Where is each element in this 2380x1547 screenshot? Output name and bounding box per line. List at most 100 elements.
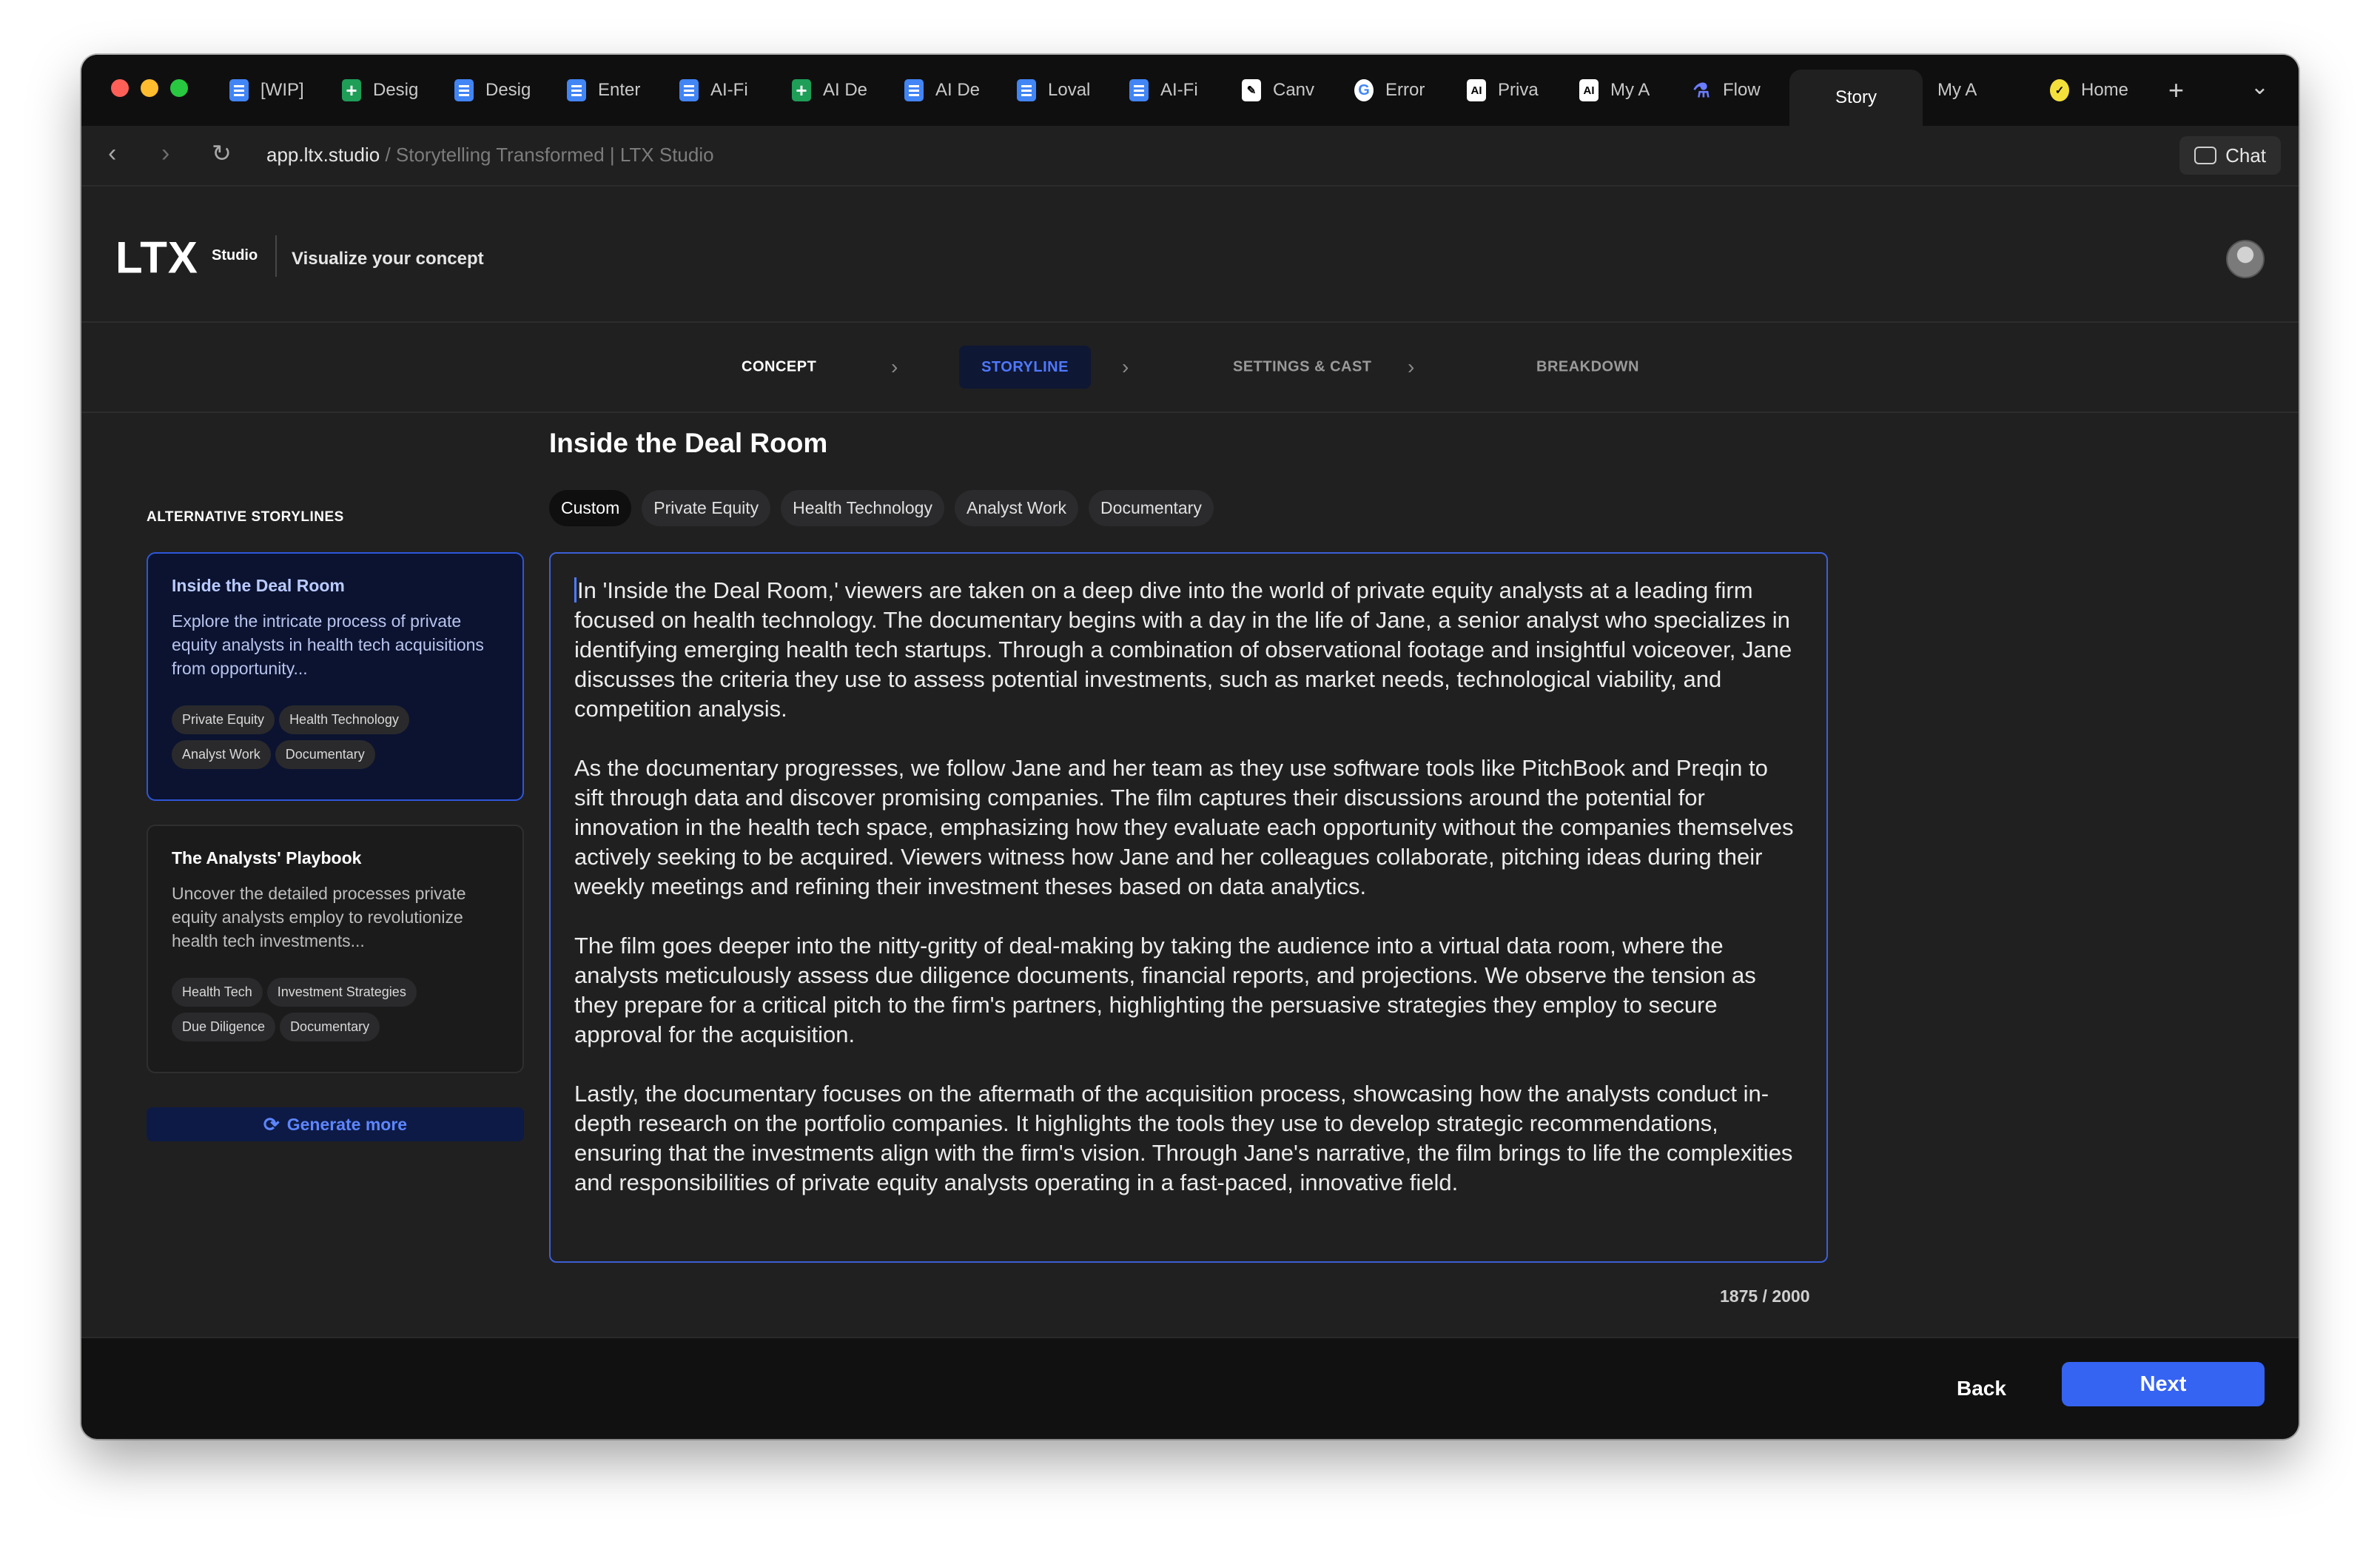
ai-icon: AI (1467, 79, 1486, 101)
browser-tab[interactable]: Loval (1002, 62, 1115, 118)
canva-icon: ✎ (1242, 79, 1261, 101)
tag-chip: Analyst Work (172, 740, 271, 769)
reload-icon[interactable]: ↻ (212, 139, 232, 167)
tab-strip: [WIP] Desig Desig Enter AI-Fi AI De AI De Loval… (81, 55, 2299, 126)
tag-documentary[interactable]: Documentary (1089, 490, 1214, 526)
tag-chip: Health Tech (172, 978, 263, 1007)
doc-icon (1129, 79, 1149, 101)
browser-tab[interactable]: [WIP] (215, 62, 327, 118)
tag-chip: Due Diligence (172, 1013, 276, 1041)
browser-tab-title: Desig (485, 80, 531, 100)
generate-more-button[interactable]: ⟳ Generate more (147, 1107, 524, 1141)
character-counter: 1875 / 2000 (1720, 1286, 1810, 1306)
story-paragraph: Lastly, the documentary focuses on the a… (574, 1081, 1793, 1195)
doc-icon (1017, 79, 1036, 101)
storyline-card-description: Uncover the detailed processes private e… (172, 884, 466, 950)
storyline-textarea[interactable]: In 'Inside the Deal Room,' viewers are t… (549, 552, 1828, 1263)
browser-window: [WIP] Desig Desig Enter AI-Fi AI De AI De Loval… (81, 55, 2299, 1439)
step-storyline[interactable]: STORYLINE (959, 346, 1091, 389)
tag-custom[interactable]: Custom (549, 490, 632, 526)
minimize-window-button[interactable] (141, 79, 158, 97)
browser-tab-title: [WIP] (260, 80, 304, 100)
browser-tab[interactable]: My A (1923, 62, 2035, 118)
story-paragraph: The film goes deeper into the nitty-grit… (574, 933, 1756, 1047)
chevron-right-icon: › (1408, 355, 1415, 378)
url-path: / Storytelling Transformed | LTX Studio (380, 144, 714, 166)
next-button[interactable]: Next (2062, 1362, 2265, 1406)
browser-tab[interactable]: AI-Fi (1115, 62, 1227, 118)
step-settings-cast[interactable]: SETTINGS & CAST (1233, 359, 1372, 376)
doc-icon (567, 79, 586, 101)
refresh-icon: ⟳ (263, 1113, 280, 1135)
tag-analyst-work[interactable]: Analyst Work (954, 490, 1079, 526)
browser-tab[interactable]: AI Priva (1452, 62, 1564, 118)
storyline-card[interactable]: The Analysts' Playbook Uncover the detai… (147, 825, 524, 1073)
browser-tab[interactable]: AI My A (1564, 62, 1677, 118)
story-paragraph-text: In 'Inside the Deal Room,' viewers are t… (574, 577, 1792, 722)
tag-health-technology[interactable]: Health Technology (781, 490, 944, 526)
url-field[interactable]: app.ltx.studio / Storytelling Transforme… (266, 144, 714, 167)
tab-list-chevron-icon[interactable]: ⌄ (2250, 74, 2269, 100)
browser-tab[interactable]: ⚗ Flow (1677, 62, 1789, 118)
doc-icon (454, 79, 474, 101)
chat-button[interactable]: Chat (2179, 136, 2281, 175)
storyline-card-tags: Health Tech Investment Strategies Due Di… (172, 978, 453, 1041)
forward-arrow-icon[interactable]: › (161, 139, 169, 168)
browser-tab[interactable]: AI-Fi (665, 62, 777, 118)
maximize-window-button[interactable] (170, 79, 188, 97)
chevron-right-icon: › (891, 355, 898, 378)
doc-icon (679, 79, 699, 101)
browser-tab-title: Priva (1498, 80, 1539, 100)
ltx-logo[interactable]: LTX (115, 232, 198, 283)
alternative-storylines-heading: ALTERNATIVE STORYLINES (147, 509, 344, 525)
google-icon: G (1354, 79, 1374, 101)
tag-private-equity[interactable]: Private Equity (642, 490, 771, 526)
browser-tab-title: My A (1937, 80, 1977, 100)
step-concept[interactable]: CONCEPT (742, 359, 816, 376)
url-host: app.ltx.studio (266, 144, 380, 166)
generate-more-label: Generate more (286, 1114, 408, 1134)
story-paragraph: In 'Inside the Deal Room,' viewers are t… (574, 576, 1803, 724)
app-header: LTX Studio Visualize your concept (81, 187, 2299, 323)
browser-tab[interactable]: Desig (440, 62, 552, 118)
browser-tab[interactable]: Enter (552, 62, 665, 118)
browser-tab-title: AI De (935, 80, 981, 100)
browser-tab-title: Desig (373, 80, 419, 100)
storyline-card-selected[interactable]: Inside the Deal Room Explore the intrica… (147, 552, 524, 801)
header-divider (275, 235, 277, 277)
storyline-title: Inside the Deal Room (549, 428, 828, 458)
storyline-card-title: Inside the Deal Room (172, 576, 345, 595)
browser-tab-title: Flow (1723, 80, 1761, 100)
close-window-button[interactable] (111, 79, 129, 97)
chat-bubble-icon (2194, 147, 2217, 164)
chat-label: Chat (2225, 144, 2266, 167)
browser-tab-title: My A (1610, 80, 1650, 100)
browser-tab[interactable]: ✓ Home (2035, 62, 2148, 118)
browser-tab[interactable]: Desig (327, 62, 440, 118)
browser-tab-title: AI-Fi (710, 80, 748, 100)
step-breakdown[interactable]: BREAKDOWN (1536, 359, 1639, 376)
new-tab-plus-icon[interactable]: + (2148, 75, 2205, 106)
browser-tab[interactable]: Story (1789, 70, 1923, 126)
browser-tab-title: Loval (1048, 80, 1091, 100)
browser-tab-title: AI De (823, 80, 868, 100)
doc-icon (904, 79, 924, 101)
tag-chip: Private Equity (172, 705, 275, 734)
logo-studio-label: Studio (212, 247, 258, 264)
doc-icon (229, 79, 249, 101)
browser-tab[interactable]: AI De (890, 62, 1002, 118)
ai-icon: AI (1579, 79, 1599, 101)
home-icon: ✓ (2050, 79, 2069, 101)
back-button[interactable]: Back (1957, 1377, 2006, 1400)
storyline-card-tags: Private Equity Health Technology Analyst… (172, 705, 453, 769)
user-avatar[interactable] (2226, 240, 2265, 278)
browser-tab[interactable]: AI De (777, 62, 890, 118)
flask-icon: ⚗ (1692, 78, 1710, 101)
sheet-icon (792, 79, 811, 101)
browser-tab[interactable]: G Error (1339, 62, 1452, 118)
page-tagline: Visualize your concept (292, 249, 484, 269)
text-caret (574, 577, 576, 603)
browser-tab[interactable]: ✎ Canv (1227, 62, 1339, 118)
sheet-icon (342, 79, 361, 101)
back-arrow-icon[interactable]: ‹ (108, 139, 116, 168)
